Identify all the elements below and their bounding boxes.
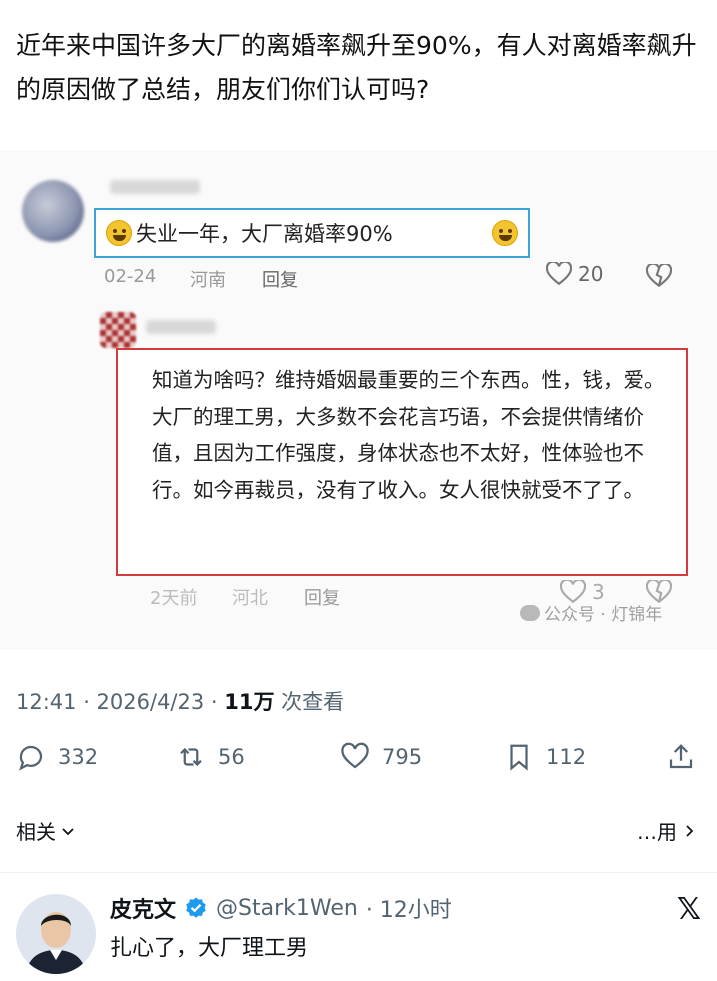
- author-name[interactable]: 皮克文: [110, 892, 176, 924]
- heart-icon: [546, 262, 572, 286]
- heart-icon: [341, 742, 369, 769]
- author-handle[interactable]: @Stark1Wen: [216, 896, 358, 921]
- like-count: 795: [382, 745, 423, 769]
- repost-button[interactable]: 56: [176, 742, 245, 772]
- post-time: 12:41 · 2026/4/23 ·: [16, 690, 225, 714]
- comment-date: 02-24: [104, 266, 157, 287]
- chevron-right-icon: [686, 824, 694, 837]
- view-label: 次查看: [274, 690, 345, 714]
- comment-location: 河南: [190, 270, 226, 291]
- comment-highlight-box: 知道为啥吗？维持婚姻最重要的三个东西。性，钱，爱。大厂的理工男，大多数不会花言巧…: [116, 348, 688, 576]
- reply-button[interactable]: 332: [16, 742, 98, 772]
- comment-date: 2天前: [150, 588, 198, 609]
- bookmark-icon: [510, 744, 528, 771]
- embedded-screenshot: 失业一年，大厂离婚率90% 02-24 河南 回复 20 知道为啥吗？维持婚姻最…: [0, 150, 717, 650]
- verified-badge-icon: [186, 897, 206, 918]
- action-bar: 332 56 795 112: [16, 742, 702, 782]
- bookmark-count: 112: [546, 745, 587, 769]
- avatar[interactable]: [16, 894, 96, 974]
- related-label: 相关: [16, 820, 56, 844]
- blurred-username: [110, 180, 200, 194]
- laughing-emoji-icon: [106, 220, 132, 246]
- reply-time: · 12小时: [365, 898, 452, 923]
- like-count: 20: [578, 262, 604, 286]
- sort-label: …用: [637, 820, 677, 844]
- avatar: [22, 180, 84, 242]
- share-button[interactable]: [666, 742, 696, 772]
- share-icon: [669, 744, 693, 769]
- profile-photo-icon: [16, 894, 96, 974]
- repost-icon: [180, 747, 202, 767]
- avatar: [100, 312, 136, 348]
- reply-link[interactable]: 回复: [262, 266, 298, 292]
- comment-text: 知道为啥吗？维持婚姻最重要的三个东西。性，钱，爱。大厂的理工男，大多数不会花言巧…: [152, 368, 665, 502]
- wechat-icon: [520, 604, 540, 621]
- bookmark-button[interactable]: 112: [504, 742, 586, 772]
- chevron-down-icon: [62, 827, 74, 835]
- broken-heart-icon[interactable]: [646, 264, 672, 288]
- post-text: 近年来中国许多大厂的离婚率飙升至90%，有人对离婚率飙升的原因做了总结，朋友们你…: [16, 31, 697, 104]
- watermark: 公众号 · 灯锦年: [520, 600, 662, 625]
- blurred-username: [146, 320, 216, 334]
- divider: [0, 872, 717, 873]
- x-logo-icon: 𝕏: [676, 892, 701, 927]
- reply-item[interactable]: 皮克文 @Stark1Wen · 12小时 扎心了，大厂理工男 𝕏: [0, 884, 717, 981]
- view-count: 11万: [224, 690, 275, 714]
- laughing-emoji-icon: [492, 220, 518, 246]
- reply-header: 皮克文 @Stark1Wen · 12小时: [110, 892, 452, 924]
- comment-icon: [19, 745, 43, 771]
- sort-dropdown[interactable]: …用: [637, 816, 697, 845]
- post-timestamp: 12:41 · 2026/4/23 · 11万 次查看: [16, 686, 344, 716]
- reply-link[interactable]: 回复: [304, 584, 340, 610]
- comment-location: 河北: [232, 588, 268, 609]
- watermark-text: 公众号 · 灯锦年: [544, 605, 663, 625]
- reply-count: 332: [58, 745, 99, 769]
- reply-text: 扎心了，大厂理工男: [110, 936, 309, 961]
- comment-highlight-box: 失业一年，大厂离婚率90%: [94, 208, 530, 258]
- related-dropdown[interactable]: 相关: [16, 816, 76, 845]
- repost-count: 56: [218, 745, 245, 769]
- like-button[interactable]: 20: [546, 262, 603, 286]
- like-button[interactable]: 795: [340, 742, 422, 772]
- comment-text: 失业一年，大厂离婚率90%: [136, 222, 393, 246]
